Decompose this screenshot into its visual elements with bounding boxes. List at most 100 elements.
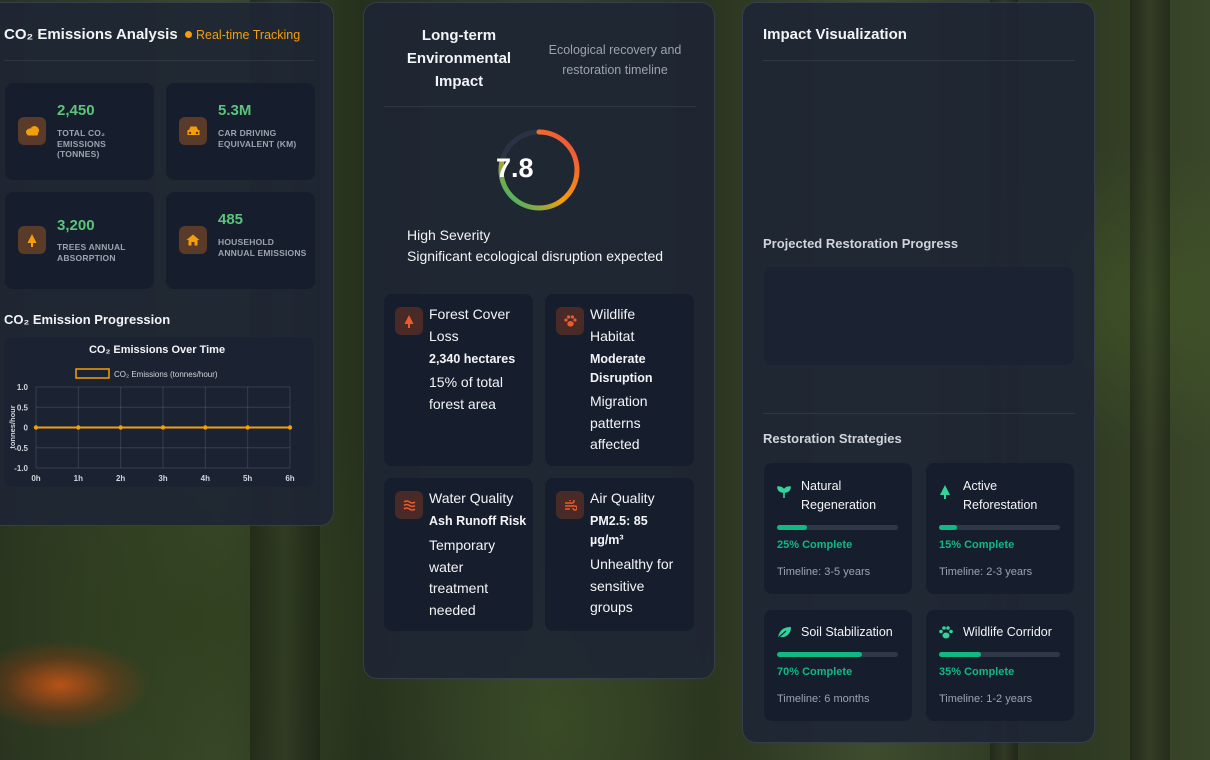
live-dot-icon [185, 31, 192, 38]
impact-card-title: Air Quality [590, 490, 655, 506]
stat-card-household: 485 HOUSEHOLD ANNUAL EMISSIONS [166, 192, 315, 289]
realtime-badge: Real-time Tracking [185, 28, 300, 42]
y-tick-label: -1.0 [14, 464, 28, 473]
strategy-name: Natural Regeneration [801, 479, 877, 512]
strategy-progress-bar [939, 652, 1060, 657]
strategy-progress-fill [777, 652, 862, 657]
environmental-impact-panel: Long-term Environmental Impact Ecologica… [363, 2, 715, 679]
restoration-progress-title: Projected Restoration Progress [763, 236, 959, 251]
impact-card-detail: Migration patterns affected [590, 393, 648, 452]
divider [4, 60, 314, 61]
impact-card-metric: Ash Runoff Risk [429, 514, 527, 528]
strategy-name: Wildlife Corridor [963, 625, 1052, 639]
tree-icon [395, 307, 423, 335]
realtime-badge-label: Real-time Tracking [196, 28, 301, 42]
strategy-timeline: Timeline: 1-2 years [939, 693, 1033, 705]
impact-card-water: Water Quality Ash Runoff Risk Temporary … [384, 478, 533, 631]
impact-card-metric: Moderate Disruption [590, 352, 653, 385]
impact-card-title: Water Quality [429, 490, 514, 506]
stat-label: CAR DRIVING EQUIVALENT (KM) [218, 128, 297, 149]
panel-title: Long-term Environmental Impact [406, 27, 512, 90]
x-tick-label: 1h [74, 474, 83, 483]
stat-card-total-co2: 2,450 TOTAL CO₂ EMISSIONS (TONNES) [5, 83, 154, 180]
severity-description: Significant ecological disruption expect… [407, 248, 664, 264]
background-trunk [1130, 0, 1170, 760]
restoration-strategies-title: Restoration Strategies [763, 431, 902, 446]
strategy-progress-fill [939, 525, 958, 530]
strategy-name: Soil Stabilization [801, 625, 893, 639]
impact-card-wildlife: Wildlife Habitat Moderate Disruption Mig… [545, 294, 694, 466]
chart-title: CO₂ Emissions Over Time [89, 344, 225, 356]
strategy-progress-fill [939, 652, 982, 657]
leaf-icon [777, 626, 792, 642]
strategy-card-active-reforestation: Active Reforestation 15% Complete Timeli… [926, 463, 1074, 594]
stat-label: TREES ANNUAL ABSORPTION [57, 242, 126, 263]
strategy-card-wildlife-corridor: Wildlife Corridor 35% Complete Timeline:… [926, 610, 1074, 721]
strategy-percent: 15% Complete [939, 539, 1015, 551]
strategy-percent: 35% Complete [939, 666, 1015, 678]
paw-icon [939, 626, 953, 642]
strategy-name: Active Reforestation [963, 479, 1038, 512]
x-tick-label: 3h [158, 474, 167, 483]
impact-card-detail: 15% of total forest area [429, 374, 503, 412]
legend-label: CO₂ Emissions (tonnes/hour) [114, 370, 218, 379]
y-tick-label: 1.0 [17, 383, 29, 392]
data-point [33, 425, 39, 430]
strategy-timeline: Timeline: 3-5 years [777, 566, 871, 578]
divider [763, 60, 1075, 61]
stat-card-trees-absorption: 3,200 TREES ANNUAL ABSORPTION [5, 192, 154, 289]
impact-card-forest: Forest Cover Loss 2,340 hectares 15% of … [384, 294, 533, 466]
strategy-timeline: Timeline: 2-3 years [939, 566, 1033, 578]
data-point [118, 425, 123, 430]
visualization-area [763, 63, 1075, 223]
strategy-progress-bar [777, 525, 898, 530]
strategy-progress-bar [939, 525, 1060, 530]
y-axis-label: tonnes/hour [8, 405, 17, 448]
car-icon [179, 117, 207, 145]
strategy-progress-fill [777, 525, 808, 530]
home-icon [179, 226, 207, 254]
impact-visualization-panel: Impact Visualization Projected Restorati… [742, 2, 1095, 743]
data-point [76, 425, 81, 430]
y-tick-label: -0.5 [14, 444, 28, 453]
y-tick-label: 0.5 [17, 403, 29, 412]
stat-label: TOTAL CO₂ EMISSIONS (TONNES) [57, 128, 107, 159]
impact-card-metric: PM2.5: 85 µg/m³ [590, 514, 648, 547]
seedling-icon [777, 485, 791, 502]
progression-title: CO₂ Emission Progression [4, 312, 171, 327]
impact-card-air: Air Quality PM2.5: 85 µg/m³ Unhealthy fo… [545, 478, 694, 631]
wind-icon [556, 491, 584, 519]
legend-swatch [75, 368, 110, 379]
strategy-card-soil-stabilization: Soil Stabilization 70% Complete Timeline… [764, 610, 912, 721]
strategy-percent: 25% Complete [777, 539, 853, 551]
panel-title: CO₂ Emissions Analysis [4, 26, 178, 43]
water-icon [395, 491, 423, 519]
stat-value: 3,200 [57, 217, 95, 234]
impact-card-detail: Unhealthy for sensitive groups [590, 556, 674, 615]
impact-card-title: Wildlife Habitat [590, 306, 636, 344]
x-tick-label: 5h [243, 474, 252, 483]
data-point [245, 425, 250, 430]
impact-card-detail: Temporary water treatment needed [429, 537, 496, 618]
panel-title: Impact Visualization [763, 26, 907, 43]
strategy-timeline: Timeline: 6 months [777, 693, 870, 705]
divider [384, 106, 696, 107]
stat-value: 2,450 [57, 102, 95, 119]
tree-icon [939, 485, 951, 502]
x-tick-label: 2h [116, 474, 125, 483]
cloud-icon [18, 117, 46, 145]
stat-label: HOUSEHOLD ANNUAL EMISSIONS [218, 237, 307, 258]
impact-card-title: Forest Cover Loss [429, 306, 510, 344]
y-tick-label: 0 [24, 424, 29, 433]
data-point [203, 425, 208, 430]
tree-icon [18, 226, 46, 254]
data-point [287, 425, 293, 430]
data-point [160, 425, 166, 430]
x-tick-label: 6h [285, 474, 294, 483]
panel-subtitle: Ecological recovery and restoration time… [548, 43, 682, 77]
strategy-card-natural-regeneration: Natural Regeneration 25% Complete Timeli… [764, 463, 912, 594]
paw-icon [556, 307, 584, 335]
impact-card-metric: 2,340 hectares [429, 352, 516, 366]
severity-score: 7.8 [496, 153, 534, 183]
stat-card-car-equivalent: 5.3M CAR DRIVING EQUIVALENT (KM) [166, 83, 315, 180]
